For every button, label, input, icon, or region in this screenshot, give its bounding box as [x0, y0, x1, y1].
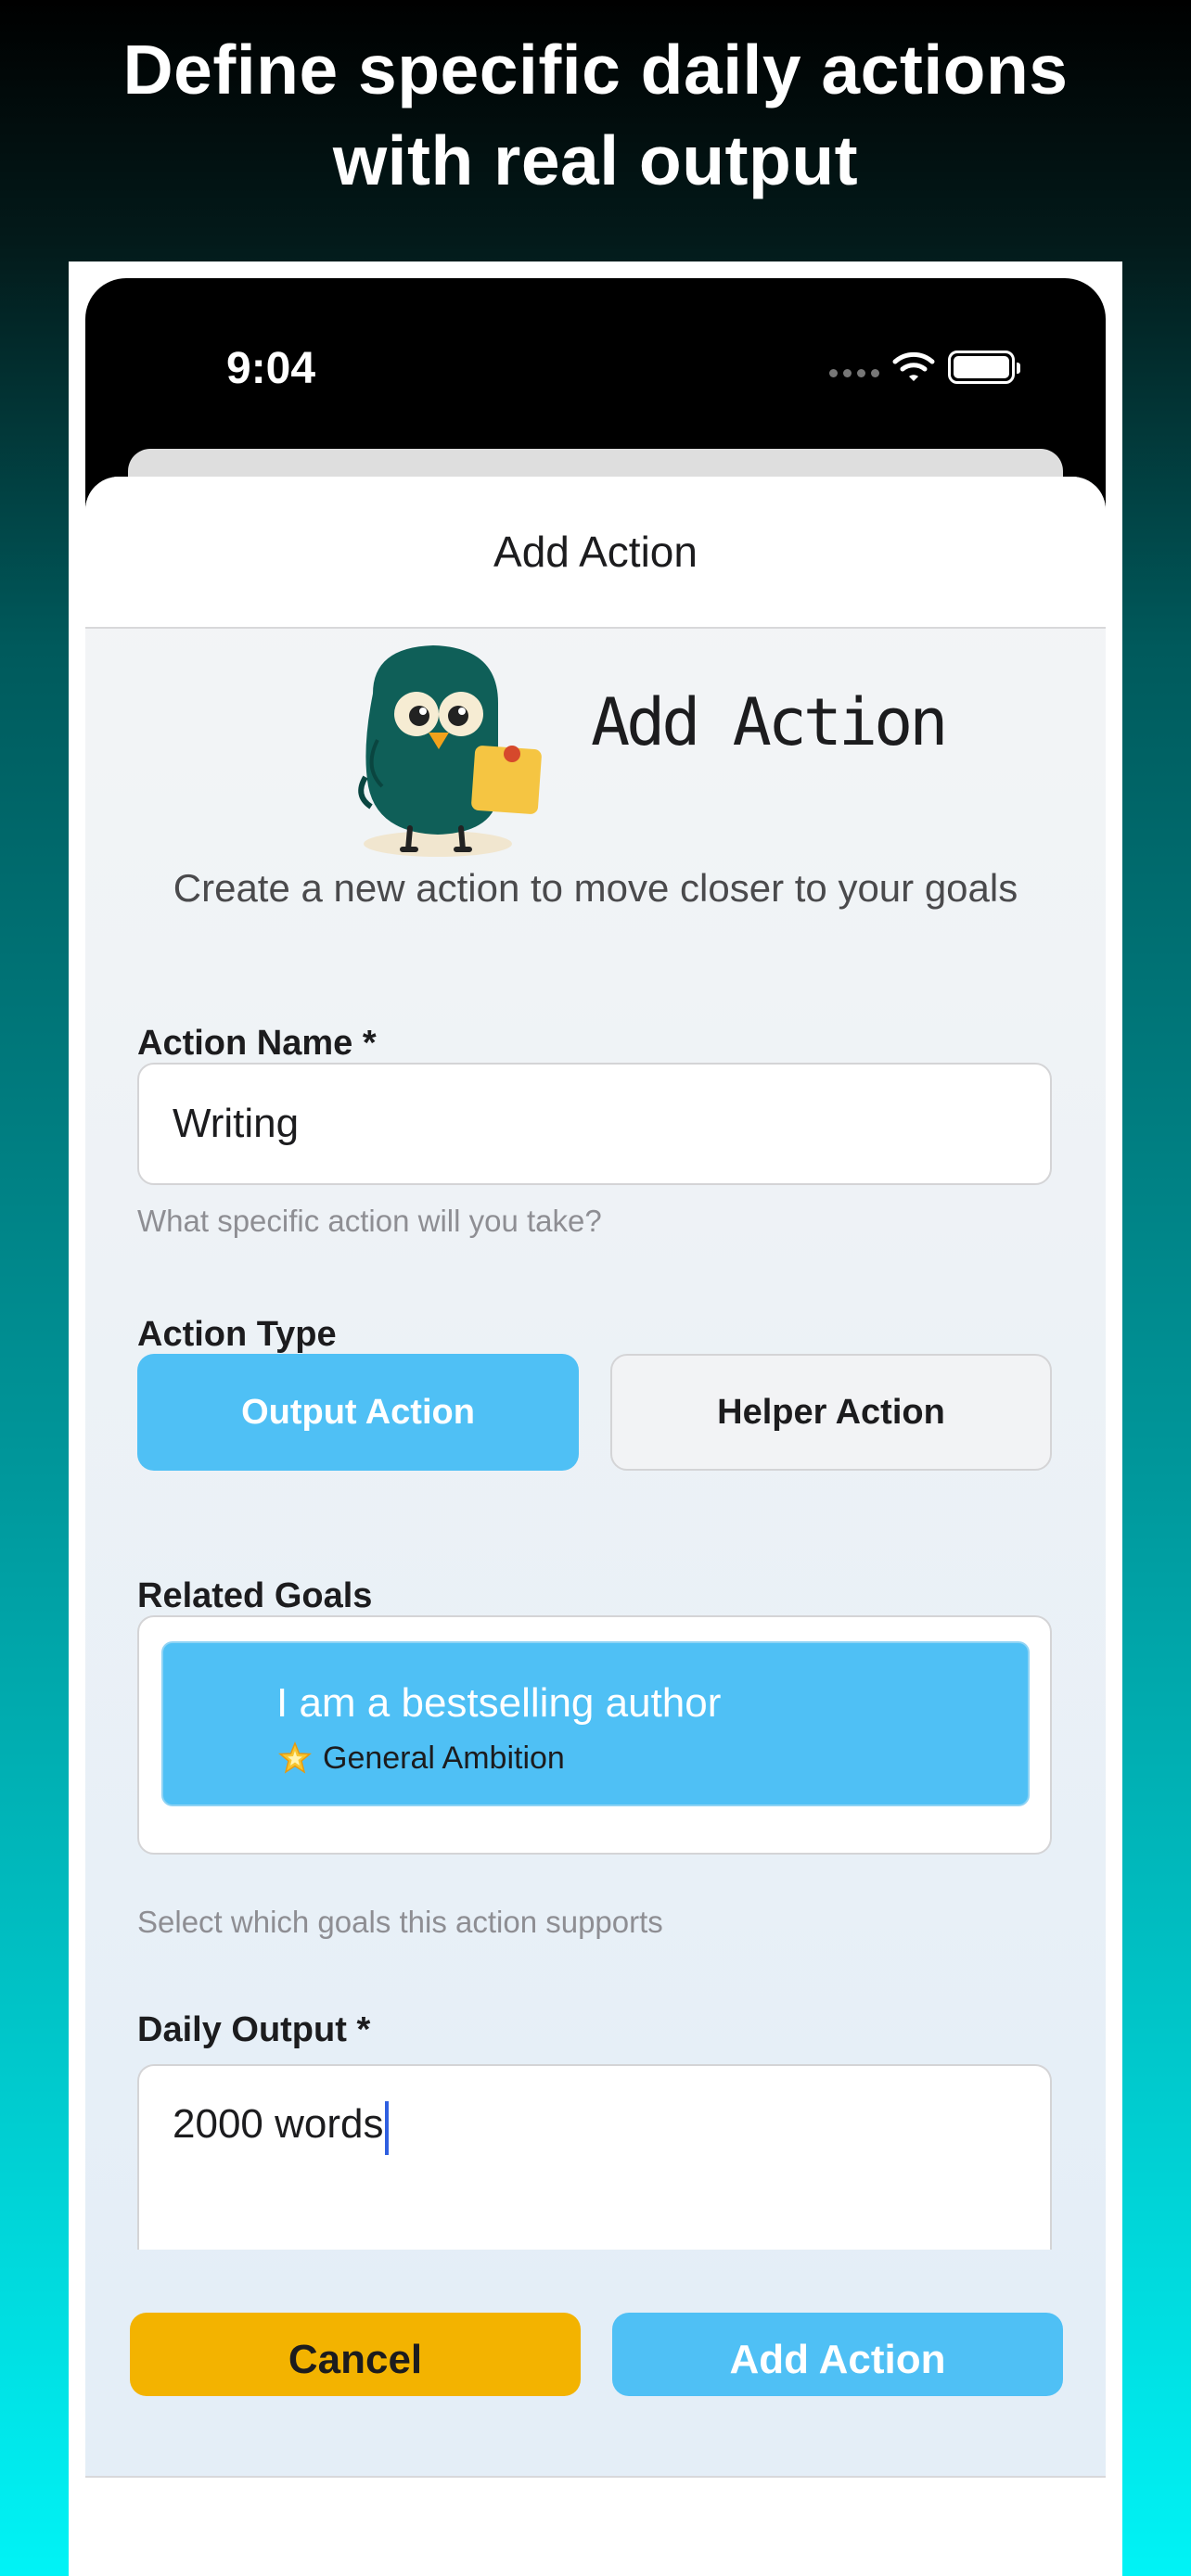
- status-icons: [829, 349, 1020, 386]
- text-cursor: [385, 2101, 390, 2155]
- related-goals-list: I am a bestselling author General Ambiti…: [137, 1615, 1052, 1855]
- add-action-button[interactable]: Add Action: [612, 2313, 1063, 2396]
- related-goals-hint: Select which goals this action supports: [137, 1905, 663, 1939]
- owl-with-note-icon: [358, 645, 542, 857]
- goal-category: General Ambition: [276, 1740, 565, 1777]
- phone-screen: 9:04 Add Action Add Action Create a new …: [85, 278, 1106, 2576]
- daily-output-label: Daily Output *: [137, 2010, 371, 2049]
- sheet-title: Add Action: [493, 528, 698, 576]
- promo-headline-line2: with real output: [332, 121, 859, 199]
- add-action-sheet: Add Action Add Action Create a new actio…: [85, 477, 1106, 2576]
- sheet-footer: [85, 2476, 1106, 2576]
- helper-action-button[interactable]: Helper Action: [610, 1354, 1052, 1471]
- promo-headline-line1: Define specific daily actions: [122, 31, 1069, 108]
- hero: Add Action: [85, 629, 1106, 861]
- cancel-button[interactable]: Cancel: [130, 2313, 581, 2396]
- action-name-value: Writing: [173, 1101, 300, 1146]
- sheet-header: Add Action: [85, 477, 1106, 629]
- wifi-icon: [892, 351, 935, 381]
- goal-category-label: General Ambition: [323, 1740, 565, 1776]
- glowing-star-icon: [278, 1741, 312, 1774]
- daily-output-value: 2000 words: [173, 2101, 384, 2147]
- goal-title: I am a bestselling author: [276, 1680, 722, 1726]
- related-goals-label: Related Goals: [137, 1576, 373, 1615]
- hero-title: Add Action: [591, 684, 948, 760]
- goal-card-bestselling-author[interactable]: I am a bestselling author General Ambiti…: [161, 1641, 1030, 1806]
- promo-headline: Define specific daily actions with real …: [0, 24, 1191, 206]
- status-time: 9:04: [226, 344, 316, 393]
- action-name-label: Action Name *: [137, 1024, 377, 1063]
- battery-icon: [948, 351, 1020, 384]
- output-action-button[interactable]: Output Action: [137, 1354, 579, 1471]
- daily-output-input[interactable]: 2000 words: [137, 2064, 1052, 2250]
- action-name-input[interactable]: Writing: [137, 1063, 1052, 1185]
- action-name-hint: What specific action will you take?: [137, 1204, 602, 1238]
- hero-subtitle: Create a new action to move closer to yo…: [173, 866, 1018, 910]
- action-type-label: Action Type: [137, 1315, 337, 1354]
- signal-dots-icon: [829, 353, 879, 381]
